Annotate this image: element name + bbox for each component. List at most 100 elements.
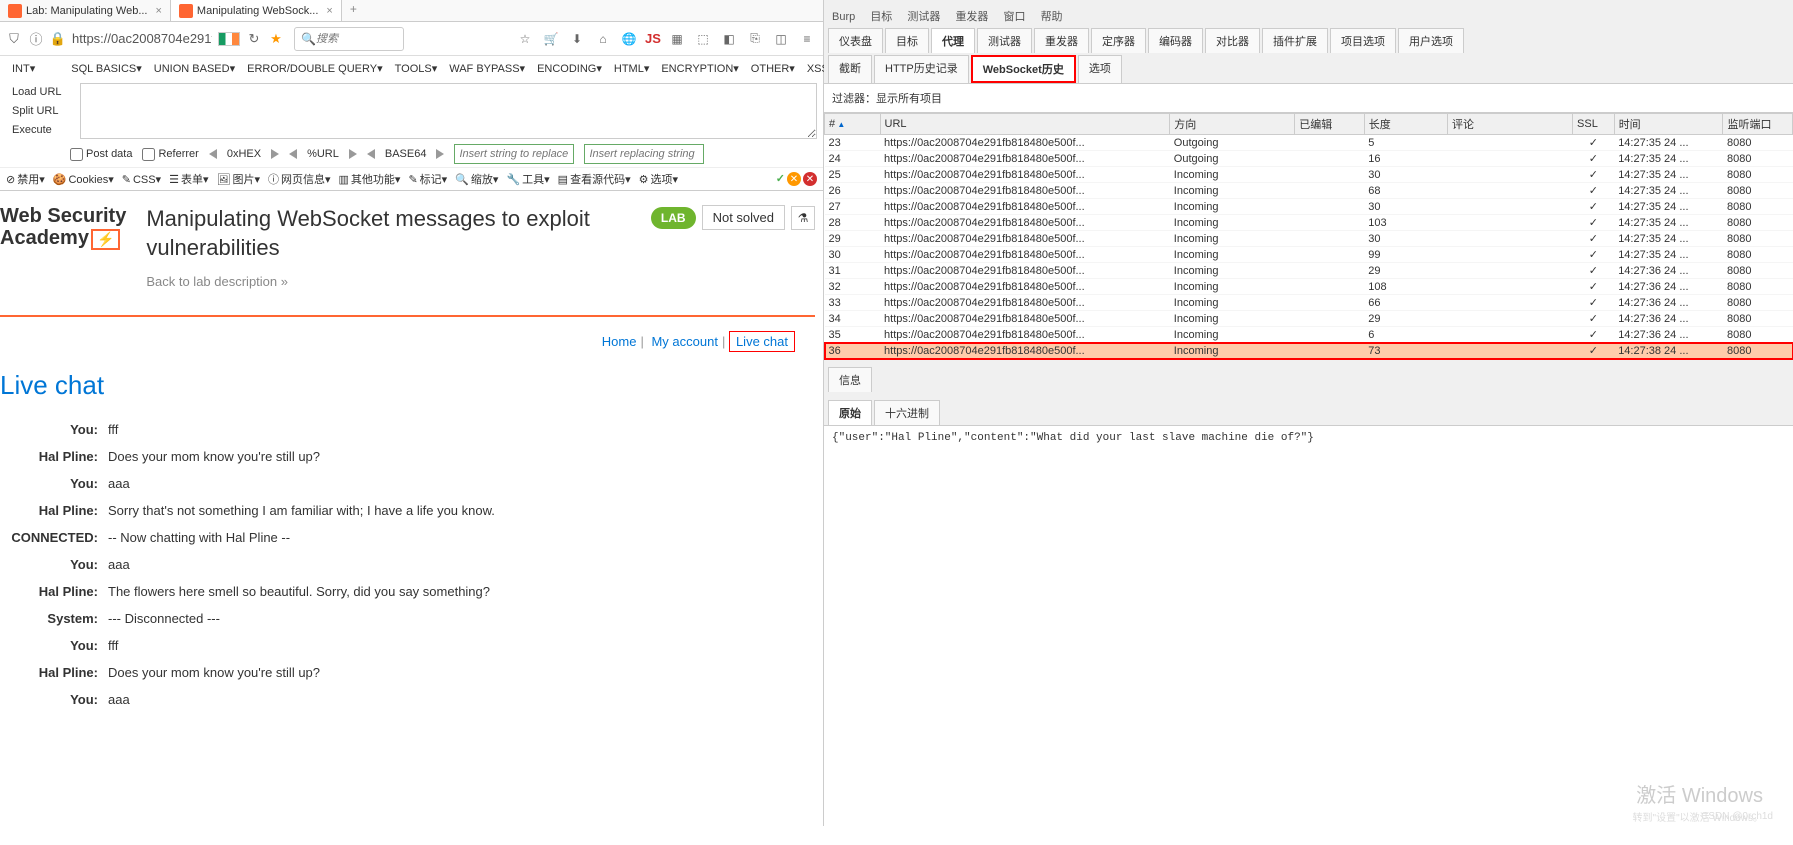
home-icon[interactable]: ⌂ [593, 29, 613, 49]
col-header[interactable]: # ▲ [825, 114, 881, 135]
replace-to-input[interactable] [584, 144, 704, 164]
tool-zoom[interactable]: 🔍缩放▾ [455, 171, 498, 187]
table-row[interactable]: 27https://0ac2008704e291fb818480e500f...… [825, 199, 1793, 215]
table-row[interactable]: 35https://0ac2008704e291fb818480e500f...… [825, 327, 1793, 343]
burp-tab-6[interactable]: 编码器 [1148, 28, 1203, 53]
burp-tab-7[interactable]: 对比器 [1205, 28, 1260, 53]
col-header[interactable]: 时间 [1614, 114, 1723, 135]
tool-disable[interactable]: ⊘禁用▾ [6, 171, 45, 187]
menu-waf[interactable]: WAF BYPASS▾ [445, 60, 529, 77]
menu-encryption[interactable]: ENCRYPTION▾ [657, 60, 742, 77]
burp-tab-5[interactable]: 定序器 [1091, 28, 1146, 53]
table-row[interactable]: 25https://0ac2008704e291fb818480e500f...… [825, 167, 1793, 183]
search-box[interactable]: 🔍 [294, 27, 404, 51]
burp-menu-window[interactable]: 窗口 [1004, 11, 1026, 23]
enc-hex[interactable]: 0xHEX [209, 146, 279, 162]
execute-button[interactable]: Execute [6, 122, 68, 138]
table-row[interactable]: 36https://0ac2008704e291fb818480e500f...… [825, 343, 1793, 359]
info-icon[interactable]: ⓘ [28, 31, 44, 47]
tool-css[interactable]: ✎CSS▾ [122, 173, 161, 186]
burp-menu-intruder[interactable]: 测试器 [907, 11, 940, 23]
table-row[interactable]: 29https://0ac2008704e291fb818480e500f...… [825, 231, 1793, 247]
burp-menu-repeater[interactable]: 重发器 [955, 11, 988, 23]
hackbar-input[interactable] [80, 83, 817, 139]
ext-icon-2[interactable]: ⬚ [693, 29, 713, 49]
tab-hex[interactable]: 十六进制 [874, 400, 940, 425]
tool-mark[interactable]: ✎标记▾ [408, 171, 447, 187]
js-badge[interactable]: JS [645, 31, 661, 47]
table-row[interactable]: 33https://0ac2008704e291fb818480e500f...… [825, 295, 1793, 311]
col-header[interactable]: 监听端口 [1723, 114, 1793, 135]
col-header[interactable]: 长度 [1364, 114, 1447, 135]
search-input[interactable] [316, 33, 397, 45]
menu-int[interactable]: INT▾ [8, 60, 39, 77]
col-header[interactable]: SSL [1573, 114, 1615, 135]
close-icon[interactable]: × [155, 5, 161, 17]
burp-tab-2[interactable]: 代理 [931, 28, 975, 53]
enc-url[interactable]: %URL [289, 146, 357, 162]
browser-tab-0[interactable]: Lab: Manipulating Web... × [0, 0, 171, 21]
back-link[interactable]: Back to lab description » [146, 274, 631, 289]
tool-tools[interactable]: 🔧工具▾ [506, 171, 549, 187]
split-url-button[interactable]: Split URL [6, 103, 68, 119]
nav-home[interactable]: Home [598, 334, 641, 349]
table-row[interactable]: 31https://0ac2008704e291fb818480e500f...… [825, 263, 1793, 279]
table-row[interactable]: 26https://0ac2008704e291fb818480e500f...… [825, 183, 1793, 199]
table-row[interactable]: 23https://0ac2008704e291fb818480e500f...… [825, 135, 1793, 151]
burp-subtab-1[interactable]: HTTP历史记录 [874, 55, 969, 83]
reload-icon[interactable]: ↻ [246, 31, 262, 47]
burp-tab-4[interactable]: 重发器 [1034, 28, 1089, 53]
menu-sql[interactable]: SQL BASICS▾ [67, 60, 146, 77]
burp-tab-0[interactable]: 仪表盘 [828, 28, 883, 53]
library-icon[interactable]: ⎘ [745, 29, 765, 49]
menu-union[interactable]: UNION BASED▾ [150, 60, 239, 77]
sidebar-icon[interactable]: ◫ [771, 29, 791, 49]
cart-icon[interactable]: 🛒 [541, 29, 561, 49]
flask-icon[interactable]: ⚗ [791, 206, 815, 230]
col-header[interactable]: URL [880, 114, 1170, 135]
burp-menu-burp[interactable]: Burp [832, 11, 855, 23]
ext-icon-1[interactable]: ▦ [667, 29, 687, 49]
load-url-button[interactable]: Load URL [6, 84, 68, 100]
globe-icon[interactable]: 🌐 [619, 29, 639, 49]
burp-subtab-3[interactable]: 选项 [1078, 55, 1122, 83]
burp-icon[interactable]: ★ [268, 31, 284, 47]
close-icon[interactable]: × [326, 5, 332, 17]
ext-icon-3[interactable]: ◧ [719, 29, 739, 49]
burp-menu-help[interactable]: 帮助 [1041, 11, 1063, 23]
tool-source[interactable]: ▤查看源代码▾ [558, 171, 631, 187]
burp-tab-10[interactable]: 用户选项 [1398, 28, 1464, 53]
tool-other[interactable]: ▥其他功能▾ [339, 171, 401, 187]
table-row[interactable]: 30https://0ac2008704e291fb818480e500f...… [825, 247, 1793, 263]
url-input[interactable] [72, 31, 212, 46]
enc-b64[interactable]: BASE64 [367, 146, 445, 162]
bookmark-icon[interactable]: ☆ [515, 29, 535, 49]
table-row[interactable]: 28https://0ac2008704e291fb818480e500f...… [825, 215, 1793, 231]
shield-icon[interactable]: ⛉ [6, 31, 22, 47]
col-header[interactable]: 已编辑 [1295, 114, 1364, 135]
menu-tools[interactable]: TOOLS▾ [391, 60, 442, 77]
burp-menu-target[interactable]: 目标 [870, 11, 892, 23]
menu-icon[interactable]: ≡ [797, 29, 817, 49]
referrer-checkbox[interactable]: Referrer [142, 148, 198, 161]
tab-raw[interactable]: 原始 [828, 400, 872, 425]
burp-tab-9[interactable]: 项目选项 [1330, 28, 1396, 53]
new-tab-button[interactable]: + [342, 0, 365, 21]
col-header[interactable]: 评论 [1448, 114, 1573, 135]
tab-info[interactable]: 信息 [828, 367, 872, 392]
tool-forms[interactable]: ☰表单▾ [169, 171, 208, 187]
menu-html[interactable]: HTML▾ [610, 60, 653, 77]
tool-images[interactable]: 🖼图片▾ [216, 171, 260, 187]
burp-subtab-0[interactable]: 截断 [828, 55, 872, 83]
menu-encoding[interactable]: ENCODING▾ [533, 60, 606, 77]
nav-live-chat[interactable]: Live chat [732, 334, 792, 349]
post-data-checkbox[interactable]: Post data [70, 148, 132, 161]
tool-cookies[interactable]: 🍪Cookies▾ [53, 173, 114, 186]
burp-tab-8[interactable]: 插件扩展 [1262, 28, 1328, 53]
menu-error[interactable]: ERROR/DOUBLE QUERY▾ [243, 60, 387, 77]
tool-options[interactable]: ⚙选项▾ [639, 171, 678, 187]
nav-account[interactable]: My account [647, 334, 721, 349]
burp-tab-1[interactable]: 目标 [885, 28, 929, 53]
browser-tab-1[interactable]: Manipulating WebSock... × [171, 0, 342, 21]
table-row[interactable]: 34https://0ac2008704e291fb818480e500f...… [825, 311, 1793, 327]
